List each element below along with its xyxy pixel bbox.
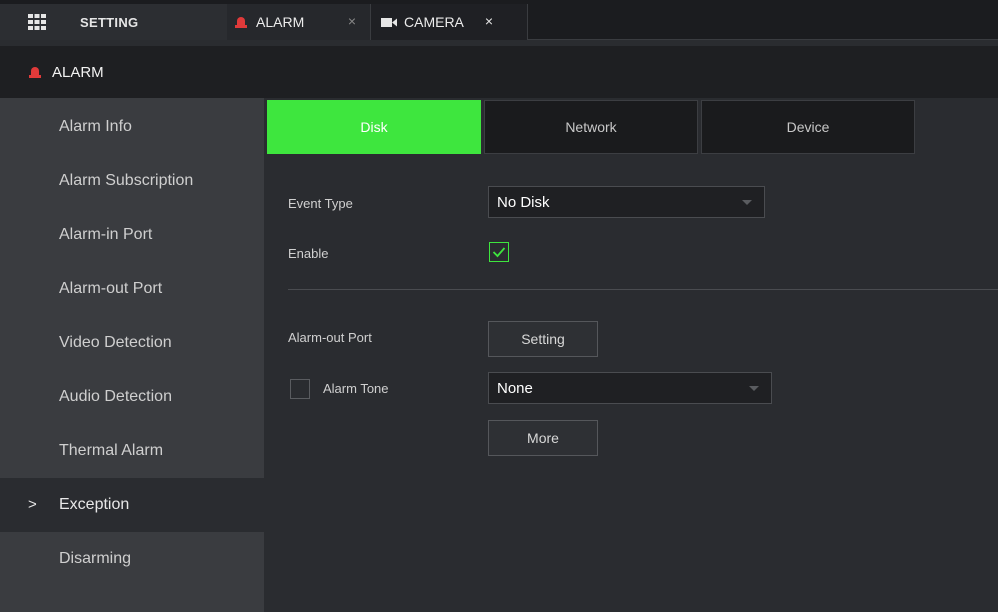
sidebar-item-alarm-info[interactable]: Alarm Info xyxy=(0,100,264,154)
sidebar-item-alarm-out-port[interactable]: Alarm-out Port xyxy=(0,262,264,316)
tab-network[interactable]: Network xyxy=(484,100,698,154)
sidebar-item-label: Exception xyxy=(59,496,130,513)
alarm-out-port-label: Alarm-out Port xyxy=(288,330,372,345)
sidebar-item-label: Thermal Alarm xyxy=(59,442,164,459)
checkmark-icon xyxy=(492,247,506,258)
main-panel: Disk Network Device xyxy=(264,98,998,612)
divider xyxy=(288,289,998,290)
enable-label: Enable xyxy=(288,246,329,261)
sidebar-item-label: Alarm-in Port xyxy=(59,226,153,243)
grid-menu-icon xyxy=(28,14,46,30)
more-button[interactable]: More xyxy=(488,420,598,456)
tab-disk[interactable]: Disk xyxy=(267,100,481,154)
tab-network-label: Network xyxy=(565,119,617,135)
setting-button-label: Setting xyxy=(521,331,565,347)
sidebar-item-audio-detection[interactable]: Audio Detection xyxy=(0,370,264,424)
close-icon[interactable]: × xyxy=(348,13,356,29)
alarm-tone-select[interactable]: None xyxy=(488,372,772,404)
tab-device[interactable]: Device xyxy=(701,100,915,154)
sidebar-item-label: Video Detection xyxy=(59,334,172,351)
sidebar-item-label: Disarming xyxy=(59,550,132,567)
close-icon[interactable]: × xyxy=(485,13,493,29)
sidebar-item-exception[interactable]: > Exception xyxy=(0,478,264,532)
sidebar-item-label: Audio Detection xyxy=(59,388,172,405)
sidebar-item-label: Alarm Info xyxy=(59,118,132,135)
alarm-tone-label: Alarm Tone xyxy=(323,381,389,396)
alarm-out-port-setting-button[interactable]: Setting xyxy=(488,321,598,357)
tab-alarm[interactable]: ALARM × xyxy=(227,4,370,40)
sidebar-item-thermal-alarm[interactable]: Thermal Alarm xyxy=(0,424,264,478)
camera-icon xyxy=(381,17,397,27)
tab-alarm-label: ALARM xyxy=(256,14,305,30)
chevron-right-icon: > xyxy=(28,496,37,513)
chevron-down-icon xyxy=(749,386,759,391)
event-type-select[interactable]: No Disk xyxy=(488,186,765,218)
event-type-value: No Disk xyxy=(497,193,550,211)
sidebar-item-label: Alarm Subscription xyxy=(59,172,194,189)
event-type-label: Event Type xyxy=(288,196,353,211)
page-title: ALARM xyxy=(52,63,104,81)
alarm-tone-checkbox[interactable] xyxy=(290,379,310,399)
sidebar-item-disarming[interactable]: Disarming xyxy=(0,532,264,586)
top-tab-bar: SETTING ALARM × CAMERA × xyxy=(0,0,998,40)
page-title-bar: ALARM xyxy=(0,46,998,98)
chevron-down-icon xyxy=(742,200,752,205)
sidebar-item-video-detection[interactable]: Video Detection xyxy=(0,316,264,370)
tab-camera[interactable]: CAMERA × xyxy=(370,4,528,40)
sidebar: Alarm Info Alarm Subscription Alarm-in P… xyxy=(0,98,264,612)
alarm-siren-icon xyxy=(235,17,247,28)
tab-device-label: Device xyxy=(786,119,830,135)
alarm-siren-icon xyxy=(29,67,41,78)
tab-disk-label: Disk xyxy=(360,119,388,135)
sidebar-item-label: Alarm-out Port xyxy=(59,280,163,297)
more-button-label: More xyxy=(527,430,559,446)
tab-setting[interactable]: SETTING xyxy=(0,4,227,40)
tab-setting-label: SETTING xyxy=(80,14,139,30)
alarm-tone-value: None xyxy=(497,379,533,397)
sidebar-item-alarm-subscription[interactable]: Alarm Subscription xyxy=(0,154,264,208)
enable-checkbox[interactable] xyxy=(489,242,509,262)
sidebar-item-alarm-in-port[interactable]: Alarm-in Port xyxy=(0,208,264,262)
tab-camera-label: CAMERA xyxy=(404,14,464,30)
